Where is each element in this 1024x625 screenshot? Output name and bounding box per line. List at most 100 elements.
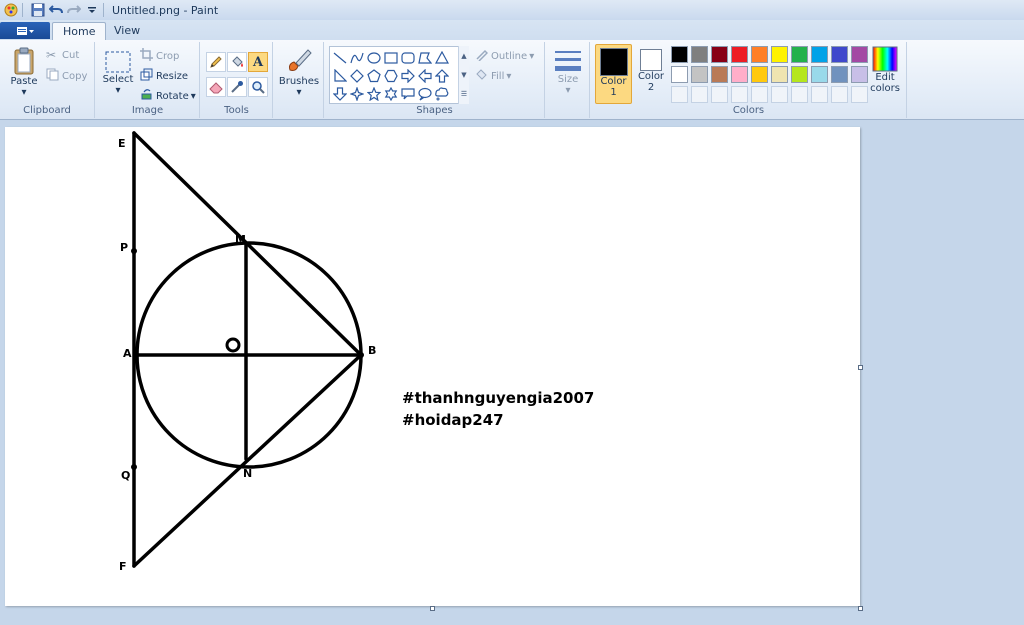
palette-swatch[interactable] — [791, 86, 808, 103]
separator — [103, 3, 104, 17]
palette-swatch[interactable] — [771, 46, 788, 63]
paint-menu-button[interactable] — [0, 22, 50, 39]
separator — [22, 3, 23, 17]
dropdown-arrow-icon: ▾ — [565, 85, 571, 96]
paste-button[interactable]: Paste ▾ — [6, 46, 42, 98]
crop-button[interactable]: Crop — [140, 48, 179, 64]
shapes-scrollbar[interactable]: ▲ ▼ ☰ — [458, 46, 469, 104]
rotate-button[interactable]: Rotate ▾ — [140, 88, 196, 104]
palette-swatch[interactable] — [731, 86, 748, 103]
hexagon-shape[interactable] — [382, 67, 399, 84]
scroll-down-icon[interactable]: ▼ — [461, 71, 466, 79]
resize-handle-bottom[interactable] — [430, 606, 435, 611]
hashtag-line-2: #hoidap247 — [402, 411, 504, 429]
down-arrow-shape[interactable] — [331, 85, 348, 102]
palette-swatch[interactable] — [851, 66, 868, 83]
magnifier-icon — [252, 81, 265, 94]
paint-app-icon[interactable] — [4, 3, 18, 17]
polygon-shape[interactable] — [416, 49, 433, 66]
palette-swatch[interactable] — [731, 46, 748, 63]
palette-swatch[interactable] — [811, 46, 828, 63]
oval-callout-icon — [417, 87, 432, 100]
palette-swatch[interactable] — [671, 66, 688, 83]
six-point-star-shape[interactable] — [382, 85, 399, 102]
color-picker-tool[interactable] — [227, 77, 247, 97]
curve-shape[interactable] — [348, 49, 365, 66]
palette-swatch[interactable] — [771, 66, 788, 83]
oval-shape-icon — [366, 51, 381, 64]
rotate-icon — [140, 88, 156, 104]
diamond-shape[interactable] — [348, 67, 365, 84]
palette-swatch[interactable] — [811, 66, 828, 83]
customize-toolbar-icon[interactable] — [85, 3, 99, 17]
fill-tool[interactable] — [227, 52, 247, 72]
copy-button[interactable]: Copy — [46, 68, 87, 84]
rectangle-shape[interactable] — [382, 49, 399, 66]
select-button[interactable]: Select ▾ — [100, 50, 136, 96]
palette-swatch[interactable] — [711, 46, 728, 63]
resize-handle-right[interactable] — [858, 365, 863, 370]
up-arrow-shape[interactable] — [433, 67, 450, 84]
gallery-expand-icon[interactable]: ☰ — [461, 90, 467, 98]
palette-swatch[interactable] — [791, 66, 808, 83]
left-arrow-shape[interactable] — [416, 67, 433, 84]
four-point-star-shape[interactable] — [348, 85, 365, 102]
outline-button[interactable]: Outline ▾ — [475, 48, 534, 64]
palette-swatch[interactable] — [711, 86, 728, 103]
save-icon[interactable] — [31, 3, 45, 17]
palette-swatch[interactable] — [851, 86, 868, 103]
palette-swatch[interactable] — [831, 66, 848, 83]
palette-swatch[interactable] — [711, 66, 728, 83]
rect-callout-shape[interactable] — [399, 85, 416, 102]
tab-view[interactable]: View — [104, 22, 150, 41]
palette-swatch[interactable] — [751, 66, 768, 83]
triangle-shape[interactable] — [433, 49, 450, 66]
palette-swatch[interactable] — [851, 46, 868, 63]
text-tool[interactable]: A — [248, 52, 268, 72]
palette-swatch[interactable] — [811, 86, 828, 103]
resize-label: Resize — [156, 70, 189, 82]
color2-button[interactable]: Color 2 — [633, 48, 669, 104]
eraser-tool[interactable] — [206, 77, 226, 97]
palette-swatch[interactable] — [691, 86, 708, 103]
cloud-callout-shape[interactable] — [433, 85, 450, 102]
oval-shape[interactable] — [365, 49, 382, 66]
cut-button[interactable]: ✂ Cut — [46, 48, 79, 62]
resize-handle-corner[interactable] — [858, 606, 863, 611]
palette-swatch[interactable] — [671, 86, 688, 103]
size-button[interactable]: Size ▾ — [550, 48, 586, 96]
color1-button[interactable]: Color 1 — [595, 44, 632, 104]
pencil-tool[interactable] — [206, 52, 226, 72]
edit-colors-button[interactable]: Edit colors — [867, 46, 903, 94]
dropdown-arrow-icon: ▾ — [296, 87, 302, 98]
palette-swatch[interactable] — [671, 46, 688, 63]
tab-home[interactable]: Home — [52, 22, 107, 41]
line-shape[interactable] — [331, 49, 348, 66]
palette-swatch[interactable] — [791, 46, 808, 63]
fill-button[interactable]: Fill ▾ — [475, 68, 511, 84]
resize-button[interactable]: Resize — [140, 68, 188, 84]
right-arrow-shape[interactable] — [399, 67, 416, 84]
right-triangle-shape[interactable] — [331, 67, 348, 84]
magnifier-tool[interactable] — [248, 77, 268, 97]
brushes-button[interactable]: Brushes ▾ — [278, 46, 320, 98]
drawing-canvas[interactable]: E P M A B Q N F #thanhnguyengia2007 #hoi… — [5, 127, 860, 606]
fill-label: Fill — [491, 70, 505, 82]
oval-callout-shape[interactable] — [416, 85, 433, 102]
outline-icon — [475, 48, 491, 64]
palette-swatch[interactable] — [691, 46, 708, 63]
pentagon-shape-icon — [366, 68, 381, 82]
palette-swatch[interactable] — [771, 86, 788, 103]
rounded-rectangle-shape[interactable] — [399, 49, 416, 66]
palette-swatch[interactable] — [831, 46, 848, 63]
five-point-star-shape[interactable] — [365, 85, 382, 102]
scroll-up-icon[interactable]: ▲ — [461, 52, 466, 60]
undo-icon[interactable] — [49, 3, 63, 17]
redo-icon[interactable] — [67, 3, 81, 17]
palette-swatch[interactable] — [691, 66, 708, 83]
palette-swatch[interactable] — [751, 46, 768, 63]
pentagon-shape[interactable] — [365, 67, 382, 84]
palette-swatch[interactable] — [731, 66, 748, 83]
palette-swatch[interactable] — [751, 86, 768, 103]
palette-swatch[interactable] — [831, 86, 848, 103]
